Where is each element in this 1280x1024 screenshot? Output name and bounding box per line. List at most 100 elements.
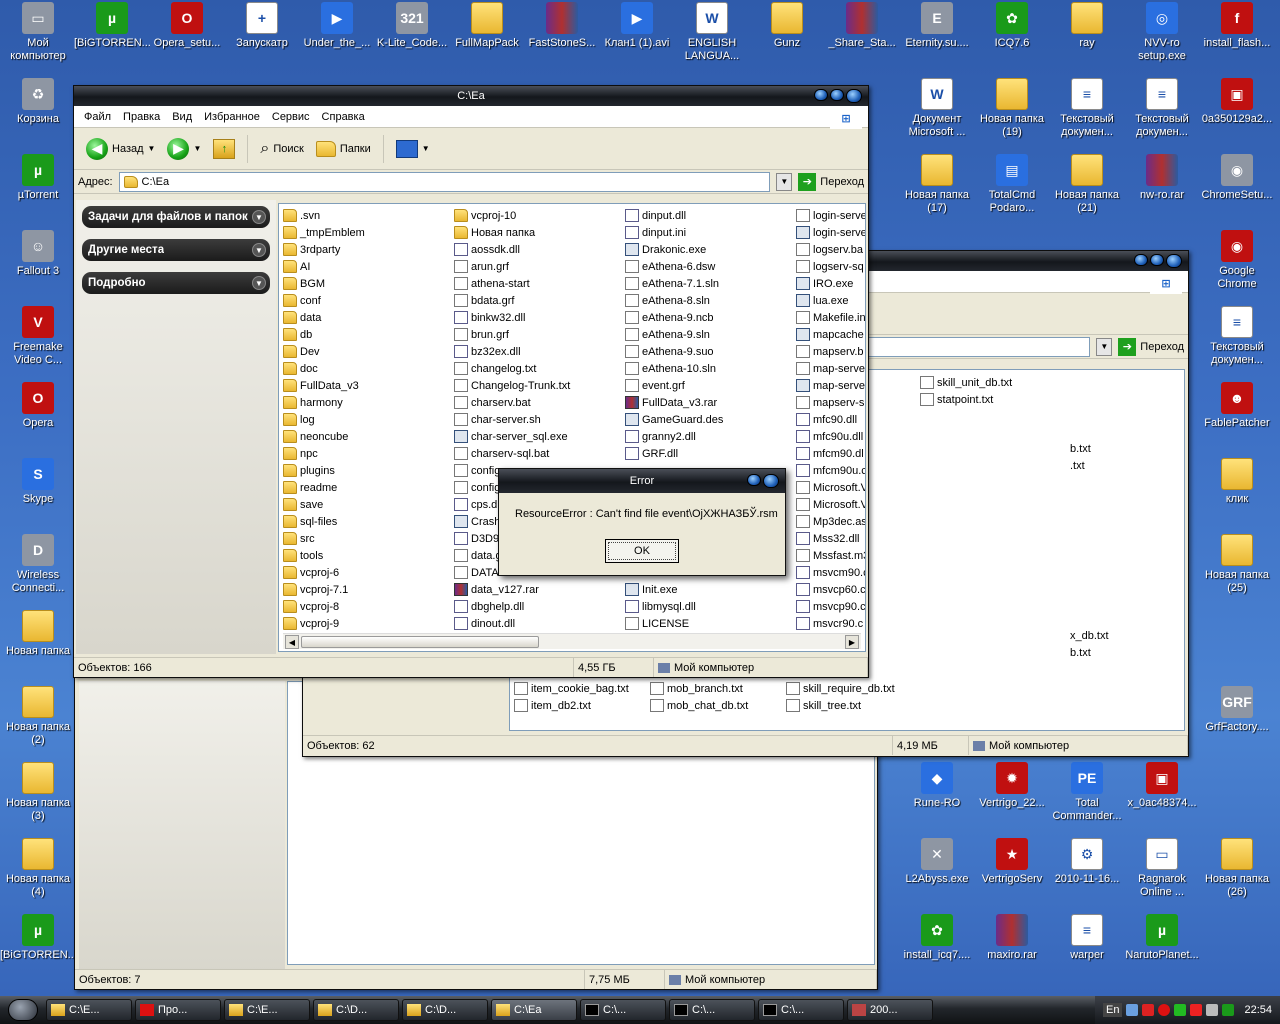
taskbar-button[interactable]: C:\E... (224, 999, 310, 1021)
file-item[interactable]: aossdk.dll (454, 241, 570, 258)
file-item[interactable]: vcproj-7.1 (283, 581, 365, 598)
up-folder-button[interactable]: ↑ (209, 137, 239, 161)
chevron-down-icon[interactable]: ▼ (252, 210, 266, 224)
file-item[interactable]: login-serve (796, 207, 865, 224)
file-item[interactable]: lua.exe (796, 292, 865, 309)
desktop-icon[interactable]: nw-ro.rar (1124, 154, 1200, 202)
desktop-icon[interactable]: ◆ Rune-RO (899, 762, 975, 810)
file-item[interactable]: data (283, 309, 365, 326)
desktop-icon[interactable]: Новая папка (19) (974, 78, 1050, 139)
close-button[interactable] (763, 474, 779, 488)
file-item[interactable]: msvcp90.c (796, 598, 865, 615)
file-item[interactable]: harmony (283, 394, 365, 411)
shield-icon[interactable] (1142, 1004, 1155, 1016)
file-item[interactable]: x_db.txt (1070, 627, 1109, 644)
desktop-icon[interactable]: ≡ warper (1049, 914, 1125, 962)
desktop-icon[interactable]: GRF GrfFactory.... (1199, 686, 1275, 734)
file-item[interactable]: Microsoft.V (796, 479, 865, 496)
file-item[interactable]: eAthena-9.ncb (625, 309, 723, 326)
taskbar-button[interactable]: C:\D... (402, 999, 488, 1021)
task-pane-section[interactable]: Другие места ▼ (82, 239, 270, 261)
minimize-button[interactable] (747, 474, 761, 486)
forward-button[interactable]: ▶ ▼ (163, 136, 205, 162)
file-item[interactable]: skill_tree.txt (786, 697, 946, 714)
task-pane-section[interactable]: Подробно ▼ (82, 272, 270, 294)
desktop-icon[interactable]: S Skype (0, 458, 76, 506)
desktop-icon[interactable]: + Запускатр (224, 2, 300, 50)
file-item[interactable]: FullData_v3 (283, 377, 365, 394)
desktop-icon[interactable]: ▭ Мой компьютер (0, 2, 76, 63)
scroll-left-button[interactable]: ◀ (285, 635, 299, 649)
desktop-icon[interactable]: ♻ Корзина (0, 78, 76, 126)
taskbar-button[interactable]: C:\... (758, 999, 844, 1021)
desktop-icon[interactable]: ≡ Текстовый докумен... (1199, 306, 1275, 367)
desktop-icon[interactable]: Новая папка (26) (1199, 838, 1275, 899)
file-item[interactable]: bdata.grf (454, 292, 570, 309)
file-item[interactable]: logserv-sq (796, 258, 865, 275)
desktop-icon[interactable]: ☻ FablePatcher (1199, 382, 1275, 430)
explorer-window-main[interactable]: C:\Ea Файл Правка Вид Избранное Сервис Справк… (73, 85, 869, 678)
menu-item[interactable]: Вид (166, 106, 198, 128)
desktop-icon[interactable]: FastStoneS... (524, 2, 600, 50)
go-button[interactable]: ➔ Переход (1118, 337, 1184, 356)
desktop-icon[interactable]: Новая папка (2) (0, 686, 76, 747)
file-item[interactable]: item_cookie_bag.txt (514, 680, 650, 697)
file-item[interactable]: data_v127.rar (454, 581, 570, 598)
taskbar-button[interactable]: C:\E... (46, 999, 132, 1021)
scrollbar-thumb[interactable] (301, 636, 539, 648)
desktop-icon[interactable]: FullMapPack (449, 2, 525, 50)
file-item[interactable]: plugins (283, 462, 365, 479)
file-item[interactable]: mfc90.dll (796, 411, 865, 428)
file-item[interactable]: vcproj-9 (283, 615, 365, 632)
file-item[interactable]: login-serve (796, 224, 865, 241)
desktop-icon[interactable]: µ [BiGTORREN... (0, 914, 76, 962)
desktop-icon[interactable]: ✿ ICQ7.6 (974, 2, 1050, 50)
desktop-icon[interactable]: ✿ install_icq7.... (899, 914, 975, 962)
network-icon[interactable] (1126, 1004, 1139, 1016)
file-item[interactable]: skill_unit_db.txt (920, 374, 1012, 391)
menu-item[interactable]: Файл (78, 106, 117, 128)
file-item[interactable]: mfcm90.dl (796, 445, 865, 462)
minimize-button[interactable] (814, 89, 828, 101)
file-item[interactable]: npc (283, 445, 365, 462)
file-item[interactable]: _tmpEmblem (283, 224, 365, 241)
ok-button[interactable]: OK (605, 539, 679, 563)
desktop-icon[interactable]: Новая папка (21) (1049, 154, 1125, 215)
file-item[interactable]: mapcache (796, 326, 865, 343)
minimize-button[interactable] (1134, 254, 1148, 266)
desktop-icon[interactable]: f install_flash... (1199, 2, 1275, 50)
desktop-icon[interactable]: Новая папка (3) (0, 762, 76, 823)
utorrent-icon[interactable] (1222, 1004, 1235, 1016)
desktop-icon[interactable]: клик (1199, 458, 1275, 506)
file-item[interactable]: brun.grf (454, 326, 570, 343)
desktop-icon[interactable]: Новая папка (25) (1199, 534, 1275, 595)
desktop-icon[interactable]: ray (1049, 2, 1125, 50)
file-item[interactable]: mfc90u.dll (796, 428, 865, 445)
file-item[interactable]: vcproj-8 (283, 598, 365, 615)
desktop-icon[interactable]: ≡ Текстовый докумен... (1124, 78, 1200, 139)
file-item[interactable]: item_db2.txt (514, 697, 650, 714)
desktop-icon[interactable]: ◎ NVV-ro setup.exe (1124, 2, 1200, 63)
file-item[interactable]: sql-files (283, 513, 365, 530)
desktop-icon[interactable]: D Wireless Connecti... (0, 534, 76, 595)
file-item[interactable]: dinout.dll (454, 615, 570, 632)
search-button[interactable]: ⌕ Поиск (256, 138, 307, 160)
file-item[interactable]: athena-start (454, 275, 570, 292)
desktop-icon[interactable]: O Opera_setu... (149, 2, 225, 50)
file-item[interactable]: msvcp60.c (796, 581, 865, 598)
file-item[interactable]: arun.grf (454, 258, 570, 275)
close-button[interactable] (846, 89, 862, 103)
file-item[interactable]: Microsoft.V (796, 496, 865, 513)
taskbar-button[interactable]: C:\... (669, 999, 755, 1021)
file-item[interactable]: tools (283, 547, 365, 564)
file-item[interactable]: char-server_sql.exe (454, 428, 570, 445)
file-item[interactable]: Dev (283, 343, 365, 360)
file-item[interactable]: statpoint.txt (920, 391, 1012, 408)
desktop-icon[interactable]: ▤ TotalCmd Podaro... (974, 154, 1050, 215)
file-item[interactable]: char-server.sh (454, 411, 570, 428)
file-item[interactable]: mfcm90u.c (796, 462, 865, 479)
file-item[interactable]: Новая папка (454, 224, 570, 241)
file-item[interactable]: GameGuard.des (625, 411, 723, 428)
back-button[interactable]: ◀ Назад ▼ (82, 136, 159, 162)
close-button[interactable] (1166, 254, 1182, 268)
